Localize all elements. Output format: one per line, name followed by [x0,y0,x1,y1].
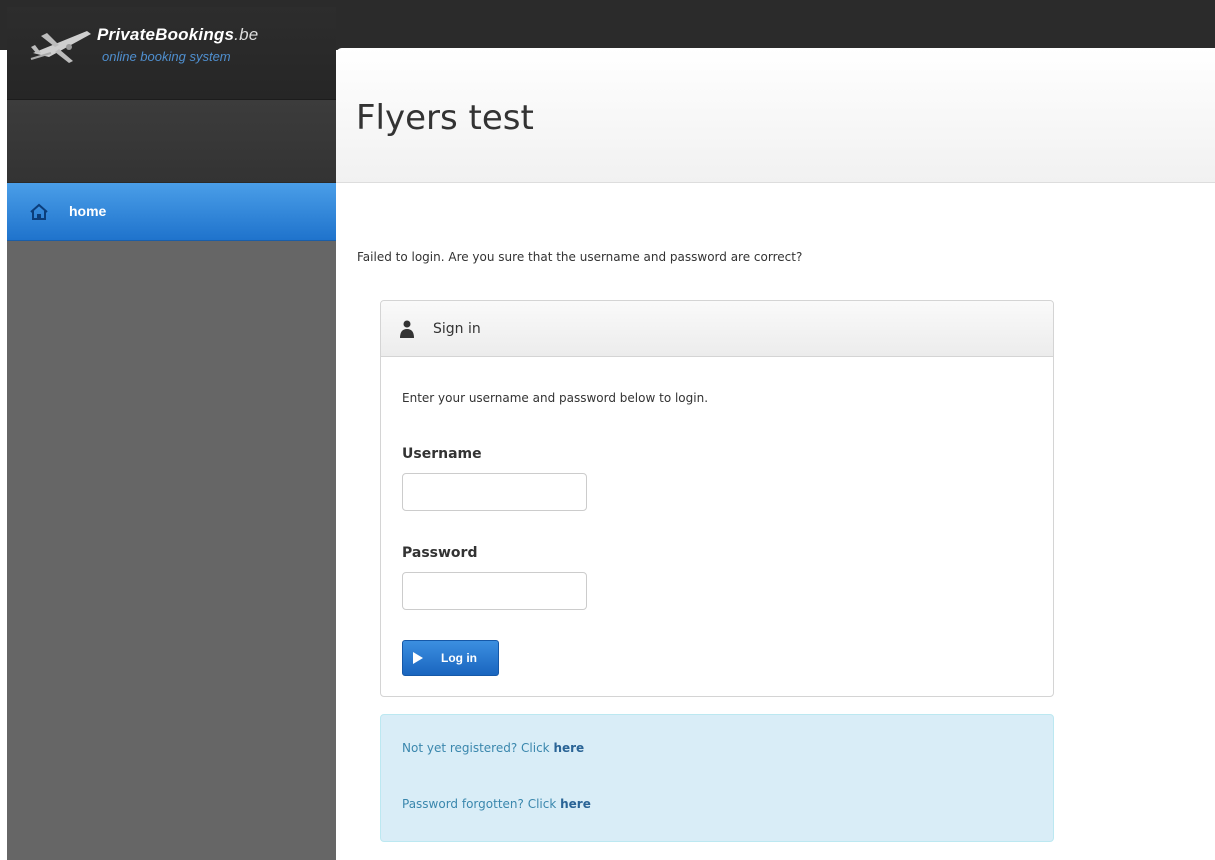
sidebar-band [7,100,336,183]
brand-name: PrivateBookings.be [97,25,259,44]
username-input[interactable] [402,473,587,511]
register-link[interactable]: here [553,741,584,755]
airplane-icon [30,31,91,63]
login-button-label: Log in [441,651,477,665]
sidebar-item-label: home [69,203,107,219]
page-header: Flyers test [336,48,1215,183]
password-input[interactable] [402,572,587,610]
page-title: Flyers test [356,98,534,138]
signin-panel: Sign in Enter your username and password… [380,300,1054,697]
sidebar: PrivateBookings.be online booking system… [7,7,336,860]
forgot-password-text: Password forgotten? Click [402,797,561,811]
house-icon [30,203,48,220]
logo[interactable]: PrivateBookings.be online booking system [7,7,336,100]
play-icon [413,652,423,664]
login-button[interactable]: Log in [402,640,499,676]
forgot-password-link[interactable]: here [560,797,591,811]
signin-title: Sign in [433,321,481,337]
register-line: Not yet registered? Click here [402,741,584,755]
error-message: Failed to login. Are you sure that the u… [357,250,803,264]
brand-tagline: online booking system [102,49,231,64]
password-label: Password [402,545,478,561]
forgot-password-line: Password forgotten? Click here [402,797,591,811]
signin-header: Sign in [381,301,1053,357]
signin-instructions: Enter your username and password below t… [402,391,709,405]
brand-tld: .be [234,25,259,44]
register-text: Not yet registered? Click [402,741,554,755]
info-panel: Not yet registered? Click here Password … [380,714,1054,842]
username-label: Username [402,446,482,462]
sidebar-item-home[interactable]: home [7,183,336,241]
user-icon [400,320,414,338]
